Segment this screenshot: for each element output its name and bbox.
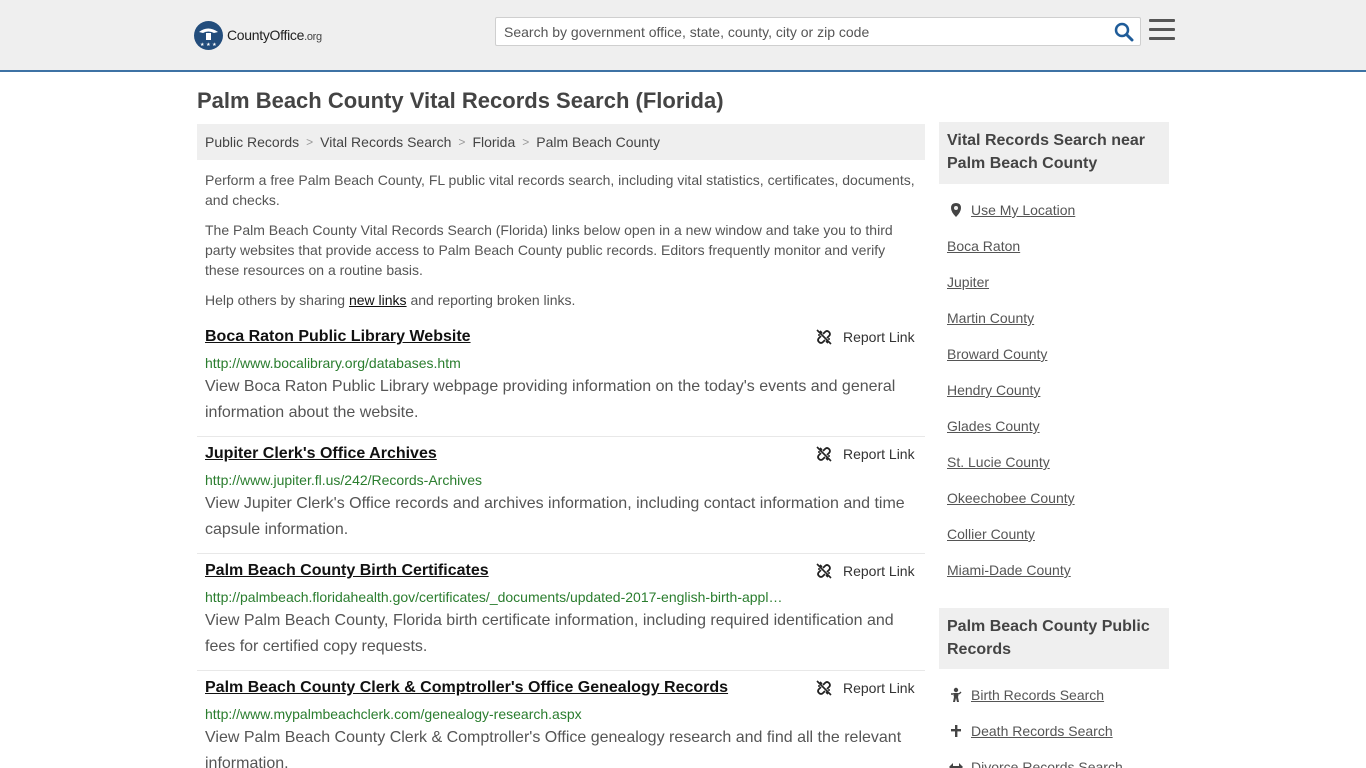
nearby-link-miami-dade-county[interactable]: Miami-Dade County — [947, 562, 1071, 578]
report-link-button[interactable]: Report Link — [816, 329, 915, 345]
nearby-link-okeechobee-county[interactable]: Okeechobee County — [947, 490, 1075, 506]
broken-link-icon — [816, 680, 832, 696]
listing-title-link[interactable]: Jupiter Clerk's Office Archives — [205, 445, 437, 463]
eagle-logo-icon: ★ ★ ★ — [194, 20, 223, 50]
logo-text: CountyOffice.org — [227, 27, 322, 43]
chevron-right-icon: > — [458, 135, 466, 149]
listing-url: http://palmbeach.floridahealth.gov/certi… — [205, 589, 783, 605]
breadcrumb-vital-records-search[interactable]: Vital Records Search — [320, 134, 451, 150]
listing-url: http://www.jupiter.fl.us/242/Records-Arc… — [205, 472, 483, 488]
new-links-link[interactable]: new links — [349, 292, 407, 308]
share-paragraph: Help others by sharing new links and rep… — [205, 292, 576, 308]
map-pin-icon — [948, 202, 964, 218]
listing-title-link[interactable]: Palm Beach County Birth Certificates — [205, 562, 489, 580]
arrows-horizontal-icon — [948, 759, 964, 768]
search-input[interactable] — [496, 18, 1096, 45]
chevron-right-icon: > — [522, 135, 530, 149]
report-link-button[interactable]: Report Link — [816, 563, 915, 579]
listing-url: http://www.mypalmbeachclerk.com/genealog… — [205, 706, 582, 722]
nearby-link-collier-county[interactable]: Collier County — [947, 526, 1035, 542]
nearby-link-st-lucie-county[interactable]: St. Lucie County — [947, 454, 1050, 470]
listing-url: http://www.bocalibrary.org/databases.htm — [205, 355, 461, 371]
hamburger-menu-icon[interactable] — [1149, 19, 1175, 43]
page-title: Palm Beach County Vital Records Search (… — [197, 88, 724, 113]
broken-link-icon — [816, 563, 832, 579]
nearby-link-glades-county[interactable]: Glades County — [947, 418, 1040, 434]
search-icon[interactable] — [1114, 22, 1134, 42]
nearby-link-martin-county[interactable]: Martin County — [947, 310, 1034, 326]
listing-item: Boca Raton Public Library Website Report… — [197, 320, 925, 437]
broken-link-icon — [816, 329, 832, 345]
listing-title-link[interactable]: Boca Raton Public Library Website — [205, 328, 471, 346]
death-records-search-link[interactable]: Death Records Search — [971, 723, 1113, 739]
listing-item: Jupiter Clerk's Office Archives Report L… — [197, 437, 925, 554]
disclaimer-paragraph: The Palm Beach County Vital Records Sear… — [205, 222, 893, 278]
use-my-location-link[interactable]: Use My Location — [971, 202, 1075, 218]
public-records-heading: Palm Beach County Public Records — [939, 608, 1169, 669]
intro-paragraph: Perform a free Palm Beach County, FL pub… — [205, 172, 915, 208]
divorce-records-search-link[interactable]: Divorce Records Search — [971, 759, 1123, 768]
nearby-heading: Vital Records Search near Palm Beach Cou… — [939, 122, 1169, 184]
cross-icon — [948, 723, 964, 739]
listing-description: View Jupiter Clerk's Office records and … — [205, 495, 905, 538]
nearby-link-hendry-county[interactable]: Hendry County — [947, 382, 1040, 398]
breadcrumb-florida[interactable]: Florida — [472, 134, 515, 150]
report-link-button[interactable]: Report Link — [816, 446, 915, 462]
breadcrumb-public-records[interactable]: Public Records — [205, 134, 299, 150]
svg-text:★ ★ ★: ★ ★ ★ — [200, 42, 217, 48]
breadcrumb: Public Records > Vital Records Search > … — [197, 124, 925, 160]
baby-icon — [948, 687, 964, 703]
breadcrumb-palm-beach-county[interactable]: Palm Beach County — [536, 134, 660, 150]
site-header: ★ ★ ★ CountyOffice.org — [0, 0, 1366, 72]
listing-item: Palm Beach County Clerk & Comptroller's … — [197, 671, 925, 768]
chevron-right-icon: > — [306, 135, 314, 149]
report-link-button[interactable]: Report Link — [816, 680, 915, 696]
site-logo[interactable]: ★ ★ ★ CountyOffice.org — [194, 20, 322, 50]
nearby-link-boca-raton[interactable]: Boca Raton — [947, 238, 1020, 254]
nearby-link-jupiter[interactable]: Jupiter — [947, 274, 989, 290]
birth-records-search-link[interactable]: Birth Records Search — [971, 687, 1104, 703]
listing-description: View Palm Beach County Clerk & Comptroll… — [205, 729, 902, 768]
nearby-link-broward-county[interactable]: Broward County — [947, 346, 1047, 362]
search-box — [495, 17, 1141, 46]
listing-title-link[interactable]: Palm Beach County Clerk & Comptroller's … — [205, 679, 728, 697]
listing-item: Palm Beach County Birth Certificates Rep… — [197, 554, 925, 671]
broken-link-icon — [816, 446, 832, 462]
listing-description: View Palm Beach County, Florida birth ce… — [205, 612, 894, 655]
listing-description: View Boca Raton Public Library webpage p… — [205, 378, 896, 421]
